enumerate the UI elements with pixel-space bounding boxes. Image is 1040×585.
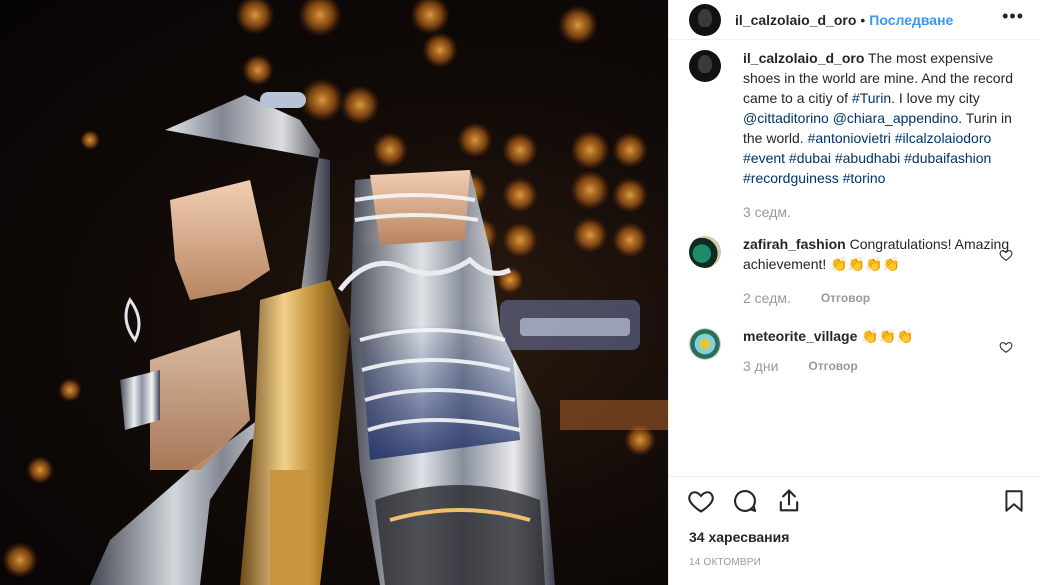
heart-icon[interactable] bbox=[687, 487, 715, 518]
post-photo[interactable] bbox=[0, 0, 668, 585]
comment-like-icon[interactable] bbox=[999, 248, 1013, 262]
caption-text-2: . I love my city bbox=[891, 90, 980, 106]
comment-row: zafirah_fashion Congratulations! Amazing… bbox=[669, 234, 1040, 308]
separator-dot: • bbox=[860, 11, 866, 28]
more-options-icon[interactable]: ••• bbox=[1002, 6, 1024, 27]
bookmark-icon[interactable] bbox=[1001, 487, 1027, 518]
comment-time[interactable]: 3 дни bbox=[743, 356, 778, 376]
comment-row: meteorite_village 👏👏👏 3 дни Отговор bbox=[669, 326, 1040, 376]
caption-username[interactable]: il_calzolaio_d_oro bbox=[743, 50, 864, 66]
post-header: il_calzolaio_d_oro • Последване ••• bbox=[669, 0, 1040, 40]
share-icon[interactable] bbox=[775, 487, 803, 518]
post-side-panel: il_calzolaio_d_oro • Последване ••• il_c… bbox=[668, 0, 1040, 585]
header-username[interactable]: il_calzolaio_d_oro bbox=[735, 12, 856, 28]
mention-link[interactable]: @chiara_appendino bbox=[833, 110, 959, 126]
comment-text: 👏👏👏 bbox=[861, 328, 914, 344]
mention-link[interactable]: @cittaditorino bbox=[743, 110, 829, 126]
post-date[interactable]: 14 ОКТОМВРИ bbox=[689, 557, 761, 568]
reply-button[interactable]: Отговор bbox=[821, 288, 870, 308]
action-bar bbox=[687, 487, 803, 518]
shoes-image bbox=[2, 0, 668, 585]
comment-like-icon[interactable] bbox=[999, 340, 1013, 354]
comment-username[interactable]: meteorite_village bbox=[743, 328, 857, 344]
caption-time[interactable]: 3 седм. bbox=[743, 202, 791, 222]
avatar[interactable] bbox=[689, 328, 721, 360]
avatar[interactable] bbox=[689, 236, 721, 268]
avatar[interactable] bbox=[689, 3, 721, 36]
caption: il_calzolaio_d_oro The most expensive sh… bbox=[669, 48, 1040, 222]
reply-button[interactable]: Отговор bbox=[808, 356, 857, 376]
comment-username[interactable]: zafirah_fashion bbox=[743, 236, 846, 252]
likes-count[interactable]: 34 харесвания bbox=[689, 529, 789, 545]
follow-button[interactable]: Последване bbox=[869, 12, 953, 28]
avatar[interactable] bbox=[689, 50, 721, 82]
comment-icon[interactable] bbox=[731, 487, 759, 518]
hashtag-link[interactable]: #Turin bbox=[852, 90, 891, 106]
post-footer: 34 харесвания 14 ОКТОМВРИ bbox=[669, 476, 1040, 585]
comments-section[interactable]: il_calzolaio_d_oro The most expensive sh… bbox=[669, 48, 1040, 478]
comment-time[interactable]: 2 седм. bbox=[743, 288, 791, 308]
